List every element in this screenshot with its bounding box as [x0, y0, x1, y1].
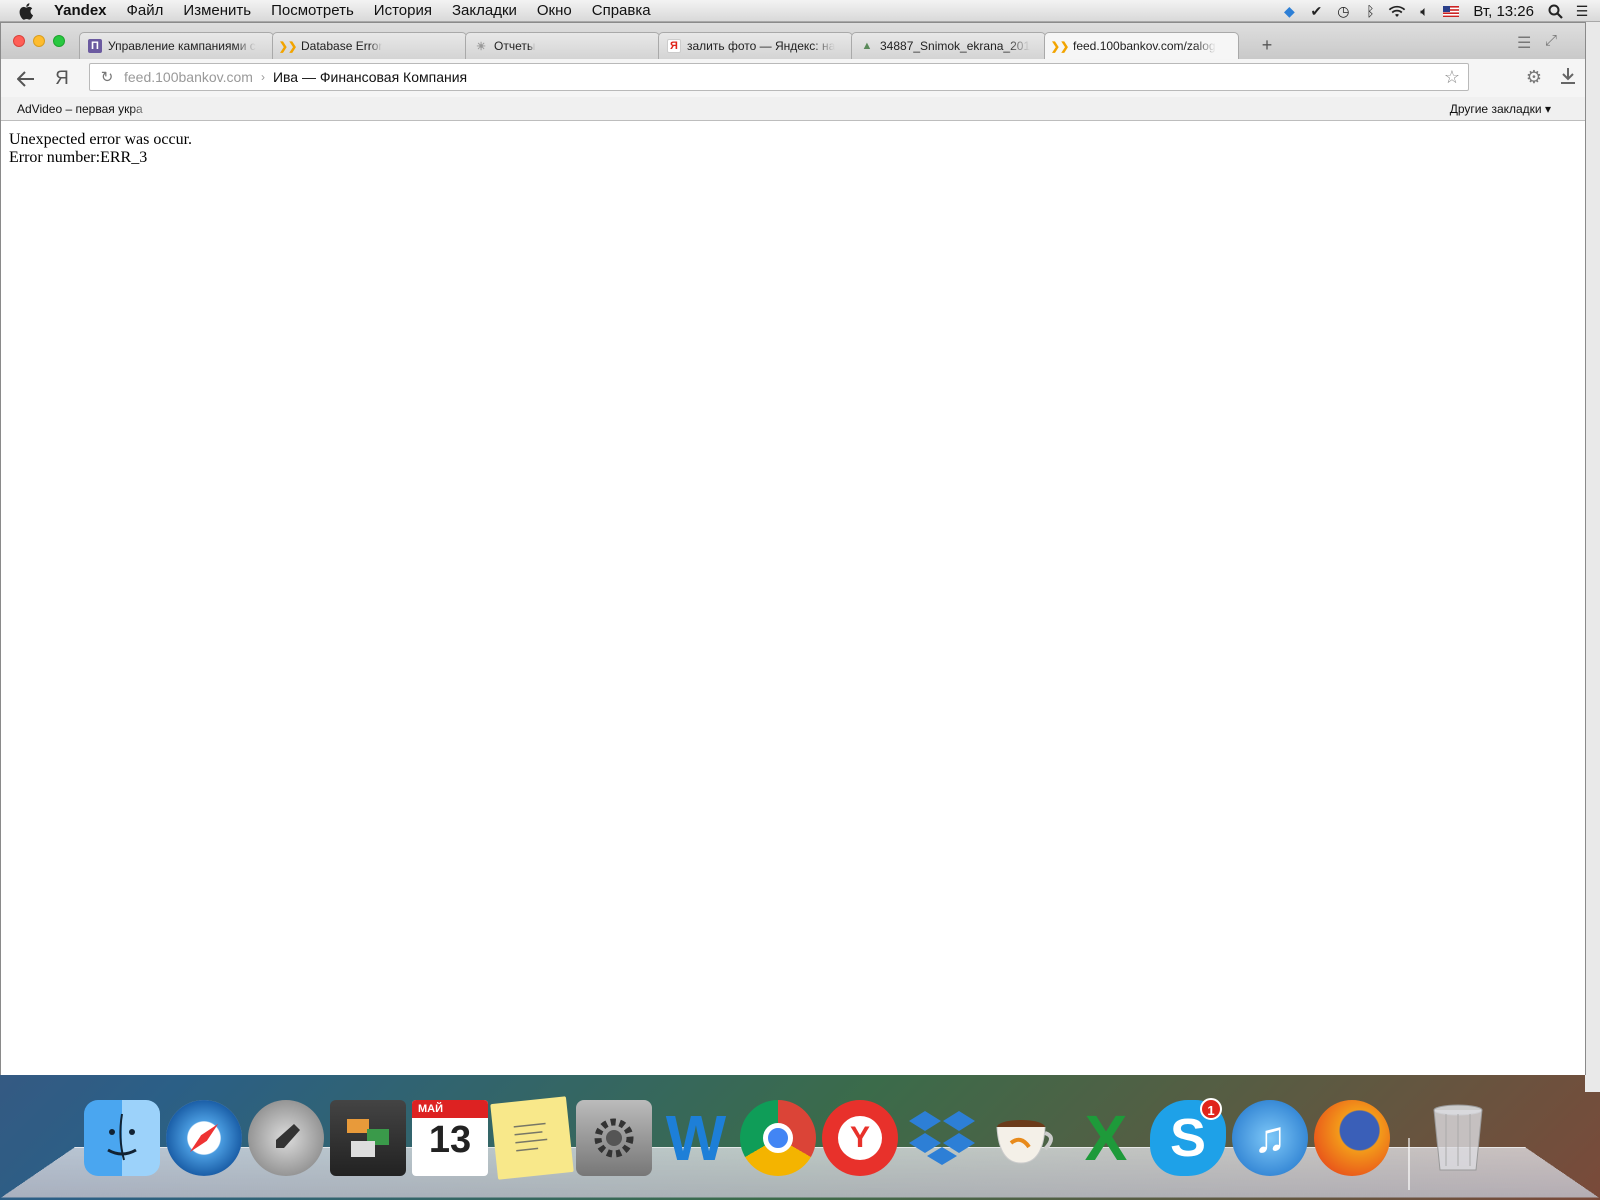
- address-separator-icon: ›: [260, 70, 265, 84]
- menu-view[interactable]: Посмотреть: [271, 2, 354, 19]
- tab[interactable]: ❯❯ Database Error: [272, 32, 467, 59]
- dock-separator: [1408, 1138, 1410, 1190]
- new-tab-button[interactable]: +: [1256, 34, 1278, 56]
- notification-center-icon[interactable]: ☰: [1573, 2, 1591, 20]
- browser-window: П Управление кампаниями с ❯❯ Database Er…: [0, 22, 1586, 1075]
- chrome-icon[interactable]: [740, 1100, 816, 1176]
- tab[interactable]: П Управление кампаниями с: [79, 32, 274, 59]
- tab-favicon-icon: Я: [667, 39, 681, 53]
- menubar-clock[interactable]: Вт, 13:26: [1473, 3, 1534, 20]
- zoom-window-button[interactable]: [53, 35, 65, 47]
- launchpad-icon[interactable]: [248, 1100, 324, 1176]
- tab-title: Отчеты: [494, 39, 536, 53]
- dropbox-icon[interactable]: ◆: [1280, 2, 1298, 20]
- spotlight-icon[interactable]: [1546, 2, 1564, 20]
- reload-icon[interactable]: ↻: [96, 68, 118, 86]
- system-preferences-icon[interactable]: [576, 1100, 652, 1176]
- menu-window[interactable]: Окно: [537, 2, 572, 19]
- error-number: Error number:ERR_3: [9, 149, 148, 166]
- tab-favicon-icon: П: [88, 39, 102, 53]
- tab-favicon-icon: ▲: [861, 40, 873, 52]
- tab-favicon-icon: ❯❯: [278, 40, 298, 53]
- tab[interactable]: Я залить фото — Яндекс: на: [658, 32, 853, 59]
- page-content: Unexpected error was occur. Error number…: [1, 122, 1585, 1075]
- tab[interactable]: ▲ 34887_Snimok_ekrana_201: [851, 32, 1046, 59]
- word-icon[interactable]: W: [658, 1100, 734, 1176]
- menu-bar: Yandex Файл Изменить Посмотреть История …: [0, 0, 1600, 22]
- apple-logo-icon[interactable]: [18, 2, 36, 20]
- tab-strip: П Управление кампаниями с ❯❯ Database Er…: [1, 23, 1585, 59]
- yandex-button[interactable]: Я: [49, 66, 75, 92]
- wifi-icon[interactable]: [1388, 2, 1406, 20]
- skype-icon[interactable]: S 1: [1150, 1098, 1226, 1176]
- tab-title: залить фото — Яндекс: на: [687, 39, 836, 53]
- calendar-icon[interactable]: МАЙ 13: [412, 1100, 488, 1176]
- dock: МАЙ 13 W Y X S 1 ♫: [1, 1096, 1599, 1200]
- caffeine-icon[interactable]: [986, 1100, 1062, 1176]
- tab-title: feed.100bankov.com/zalog: [1073, 39, 1216, 53]
- fullscreen-icon[interactable]: ⤢: [1545, 32, 1563, 50]
- itunes-icon[interactable]: ♫: [1232, 1100, 1308, 1176]
- menu-edit[interactable]: Изменить: [183, 2, 251, 19]
- bookmark-item[interactable]: AdVideo – первая укра: [17, 102, 155, 116]
- menu-bookmarks[interactable]: Закладки: [452, 2, 517, 19]
- tab-title: Управление кампаниями с: [108, 39, 256, 53]
- stickies-icon[interactable]: [490, 1096, 574, 1180]
- back-arrow-icon[interactable]: [13, 66, 39, 92]
- tab-title: Database Error: [301, 39, 383, 53]
- address-bar[interactable]: ↻ feed.100bankov.com › Ива — Финансовая …: [89, 63, 1469, 91]
- dropbox-app-icon[interactable]: [904, 1100, 980, 1176]
- download-icon[interactable]: [1557, 67, 1579, 89]
- finder-icon[interactable]: [84, 1100, 160, 1176]
- bookmark-star-icon[interactable]: ☆: [1444, 67, 1460, 88]
- firefox-icon[interactable]: [1314, 1100, 1390, 1176]
- safari-icon[interactable]: [166, 1100, 242, 1176]
- bookmarks-bar: AdVideo – первая укра Другие закладки ▾: [1, 97, 1585, 121]
- menu-file[interactable]: Файл: [127, 2, 164, 19]
- error-message: Unexpected error was occur.: [9, 131, 193, 148]
- trash-icon[interactable]: [1420, 1100, 1496, 1176]
- tab-favicon-icon: ☀: [476, 40, 486, 53]
- time-machine-icon[interactable]: ◷: [1334, 2, 1352, 20]
- tab-favicon-icon: ❯❯: [1050, 40, 1070, 53]
- tabs-container: П Управление кампаниями с ❯❯ Database Er…: [79, 32, 1239, 59]
- tab-active[interactable]: ❯❯ feed.100bankov.com/zalog: [1044, 32, 1239, 59]
- minimize-window-button[interactable]: [33, 35, 45, 47]
- tab[interactable]: ☀ Отчеты: [465, 32, 660, 59]
- menu-help[interactable]: Справка: [592, 2, 651, 19]
- address-domain: feed.100bankov.com: [124, 69, 253, 85]
- other-bookmarks-menu[interactable]: Другие закладки ▾: [1450, 102, 1551, 116]
- close-window-button[interactable]: [13, 35, 25, 47]
- settings-gear-icon[interactable]: ⚙: [1523, 67, 1545, 89]
- checkmark-icon[interactable]: ✔: [1307, 2, 1325, 20]
- volume-icon[interactable]: 🔈︎: [1415, 2, 1433, 20]
- menu-history[interactable]: История: [374, 2, 432, 19]
- excel-icon[interactable]: X: [1068, 1100, 1144, 1176]
- status-tray: ◆ ✔ ◷ ᛒ 🔈︎ Вт, 13:26 ☰: [1280, 0, 1600, 22]
- calendar-month: МАЙ: [412, 1100, 488, 1118]
- background-window-edge: [1585, 22, 1600, 1092]
- navigation-toolbar: Я ↻ feed.100bankov.com › Ива — Финансова…: [1, 59, 1585, 97]
- tab-list-icon[interactable]: ☰: [1517, 33, 1535, 52]
- tab-title: 34887_Snimok_ekrana_201: [880, 39, 1031, 53]
- address-page-title: Ива — Финансовая Компания: [272, 69, 468, 85]
- menu-app-name[interactable]: Yandex: [54, 2, 107, 19]
- us-flag-icon[interactable]: [1442, 2, 1460, 20]
- yandex-browser-icon[interactable]: Y: [822, 1100, 898, 1176]
- bluetooth-icon[interactable]: ᛒ: [1361, 2, 1379, 20]
- skype-badge: 1: [1200, 1098, 1222, 1120]
- image-capture-icon[interactable]: [330, 1100, 406, 1176]
- calendar-day: 13: [428, 1119, 472, 1161]
